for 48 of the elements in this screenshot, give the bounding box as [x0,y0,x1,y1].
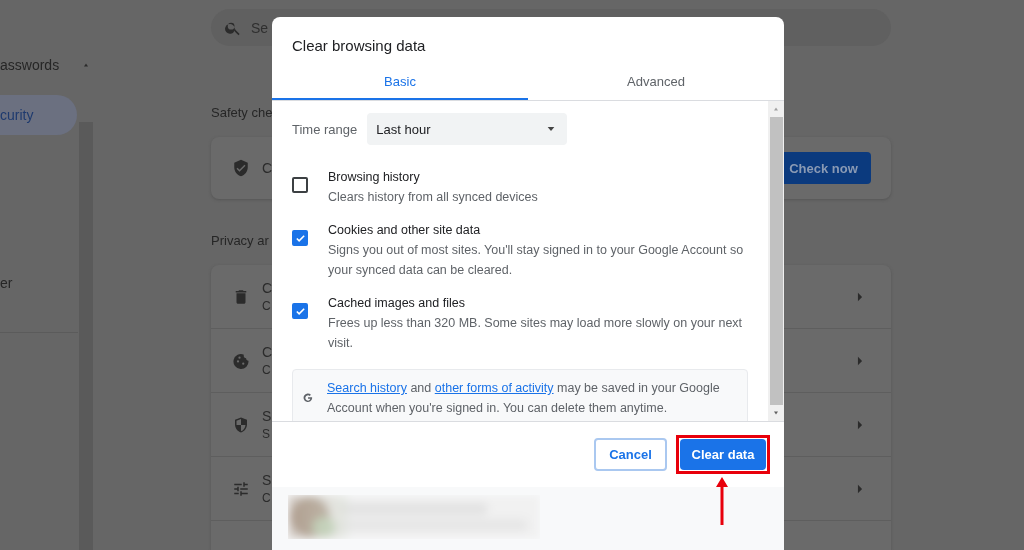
chevron-right-icon [855,482,865,495]
scrollbar[interactable] [768,101,784,421]
sidebar-item[interactable]: asswords [0,54,77,76]
section-heading: Privacy ar [211,233,269,248]
option-title: Browsing history [328,169,421,186]
tab[interactable]: Advanced [528,63,784,100]
tab[interactable]: Basic [272,63,528,100]
row-subtitle: C [262,299,272,313]
scroll-up-icon [82,62,90,68]
cookie-icon [232,351,250,370]
chevron-right-icon [855,354,865,367]
row-subtitle: S [262,427,271,441]
shield-check-icon [232,159,250,177]
row-title: C [262,280,273,296]
link[interactable]: other forms of activity [434,381,554,395]
scrollbar-thumb[interactable] [769,117,783,405]
section-heading: Safety che [211,105,273,120]
link[interactable]: Search history [327,381,407,395]
row-title: S [262,408,272,424]
row-subtitle: C [262,363,272,377]
scroll-up-icon [772,106,780,112]
checkmark-icon [294,305,306,317]
option-description: Clears history from all synced devices [328,189,539,206]
row-subtitle: C [262,491,272,505]
cancel-button[interactable]: Cancel [594,438,667,471]
option-description: Frees up less than 320 MB. Some sites may load more slowly on your next visit. [328,315,744,352]
scroll-down-icon [772,410,780,416]
option-title: Cookies and other site data [328,222,482,239]
row-title: C [262,160,273,176]
notice-text: Search history and other forms of activity may be saved in your Google Account when you're signed in. You can delete them anytime. [327,380,721,417]
sidebar-item[interactable]: er [0,272,77,294]
chevron-right-icon [855,418,865,431]
time-range-dropdown[interactable]: Last hour [367,113,568,145]
checkbox[interactable] [292,177,308,193]
sidebar-item[interactable]: curity [0,95,77,135]
dialog-title: Clear browsing data [291,36,427,56]
chevron-right-icon [855,290,865,303]
checkmark-icon [294,232,306,244]
option-description: Signs you out of most sites. You'll stay signed in to your Google Account so your synced data can be cleared. [328,242,745,279]
shield-icon [232,415,250,434]
row-title: C [262,344,273,360]
sliders-icon [232,479,250,498]
field-label: Time range [292,121,358,137]
checkbox[interactable] [292,303,308,319]
clear-data-button[interactable]: Clear data [680,439,766,470]
option-title: Cached images and files [328,295,466,312]
row-title: S [262,472,272,488]
checkbox[interactable] [292,230,308,246]
